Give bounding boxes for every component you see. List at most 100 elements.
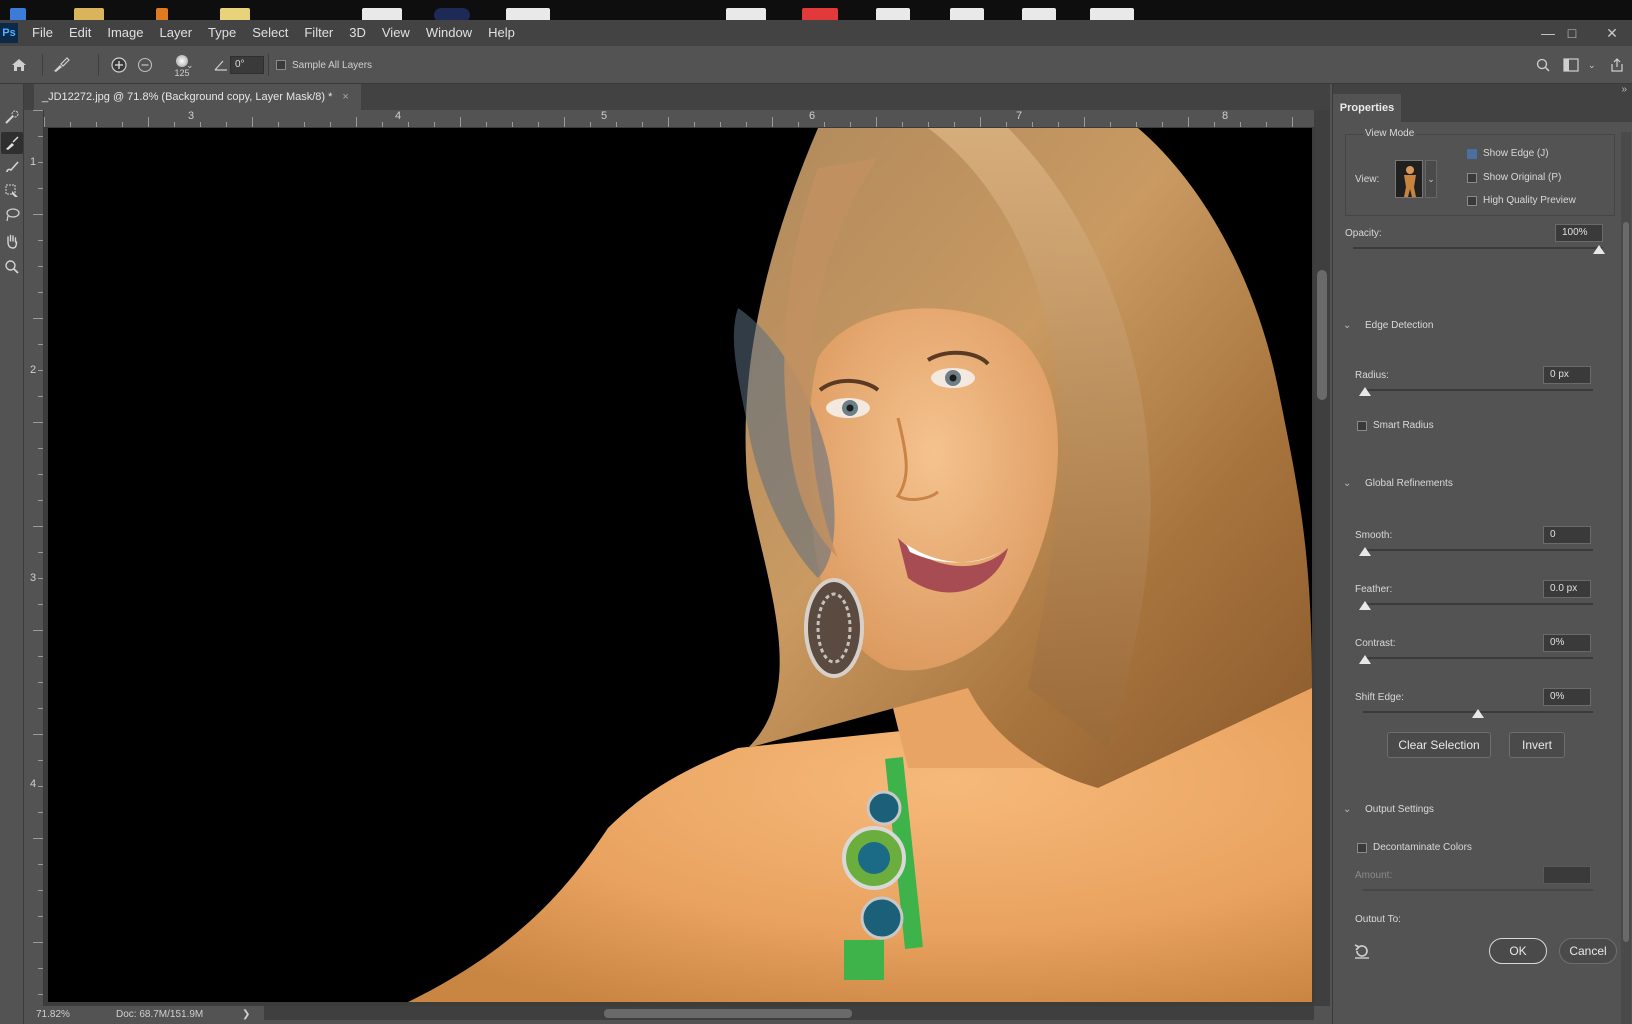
menu-image[interactable]: Image: [99, 20, 151, 46]
canvas-area[interactable]: [44, 128, 1314, 1006]
taskbar-app-icon[interactable]: [1022, 8, 1056, 20]
add-to-selection-icon[interactable]: [108, 46, 130, 84]
invert-button[interactable]: Invert: [1509, 732, 1565, 758]
checkbox-box[interactable]: [276, 60, 286, 70]
ok-button[interactable]: OK: [1489, 938, 1547, 964]
menu-window[interactable]: Window: [418, 20, 480, 46]
object-selection-tool-icon[interactable]: [1, 180, 23, 202]
view-dropdown[interactable]: ⌄: [1425, 160, 1437, 198]
checkbox-box[interactable]: [1467, 148, 1477, 159]
refine-brush-tool-icon[interactable]: [48, 46, 74, 84]
clear-selection-button[interactable]: Clear Selection: [1387, 732, 1491, 758]
angle-field[interactable]: 0°: [230, 56, 264, 74]
menu-select[interactable]: Select: [244, 20, 296, 46]
contrast-slider-thumb[interactable]: [1359, 655, 1371, 664]
document-canvas[interactable]: [48, 128, 1312, 1002]
menu-layer[interactable]: Layer: [152, 20, 201, 46]
checkbox-box[interactable]: [1467, 195, 1477, 206]
smooth-slider-thumb[interactable]: [1359, 547, 1371, 556]
decontaminate-colors-checkbox[interactable]: Decontaminate Colors: [1357, 842, 1472, 853]
smart-radius-checkbox[interactable]: Smart Radius: [1357, 420, 1434, 431]
taskbar-app-icon[interactable]: [950, 8, 984, 20]
radius-slider-thumb[interactable]: [1359, 387, 1371, 396]
panel-collapse-icon[interactable]: »: [1621, 84, 1627, 95]
taskbar-app-icon[interactable]: [434, 8, 470, 20]
menu-help[interactable]: Help: [480, 20, 523, 46]
checkbox-box[interactable]: [1357, 842, 1367, 853]
show-edge-checkbox[interactable]: Show Edge (J): [1467, 148, 1549, 159]
menu-3d[interactable]: 3D: [341, 20, 374, 46]
scroll-thumb[interactable]: [604, 1009, 852, 1018]
horizontal-scrollbar[interactable]: [264, 1006, 1314, 1020]
reset-icon[interactable]: [1353, 942, 1371, 960]
output-settings-section[interactable]: ⌄ Output Settings: [1343, 804, 1434, 815]
taskbar-app-icon[interactable]: [802, 8, 838, 20]
sample-all-layers-checkbox[interactable]: Sample All Layers: [276, 46, 372, 84]
taskbar-app-icon[interactable]: [1090, 8, 1134, 20]
brush-preset-picker[interactable]: 125: [162, 46, 202, 84]
menu-file[interactable]: File: [24, 20, 61, 46]
vertical-scrollbar[interactable]: [1314, 110, 1330, 1006]
taskbar-app-icon[interactable]: [10, 8, 26, 20]
menu-type[interactable]: Type: [200, 20, 244, 46]
zoom-tool-icon[interactable]: [1, 256, 23, 278]
taskbar-app-icon[interactable]: [156, 8, 168, 20]
high-quality-preview-label: High Quality Preview: [1483, 195, 1576, 206]
close-window-icon[interactable]: ✕: [1592, 20, 1632, 46]
opacity-slider-thumb[interactable]: [1593, 245, 1605, 254]
radius-field[interactable]: 0 px: [1543, 366, 1591, 384]
home-icon[interactable]: [8, 46, 30, 84]
taskbar-app-icon[interactable]: [876, 8, 910, 20]
feather-slider-thumb[interactable]: [1359, 601, 1371, 610]
scroll-thumb[interactable]: [1623, 222, 1629, 942]
view-thumbnail[interactable]: [1395, 160, 1423, 198]
radius-slider[interactable]: [1363, 389, 1593, 391]
tab-properties[interactable]: Properties: [1333, 94, 1401, 122]
menu-filter[interactable]: Filter: [296, 20, 341, 46]
feather-field[interactable]: 0.0 px: [1543, 580, 1591, 598]
subtract-from-selection-icon[interactable]: [134, 46, 156, 84]
opacity-field[interactable]: 100%: [1555, 224, 1603, 242]
search-icon[interactable]: [1534, 46, 1552, 84]
ruler-tick: [38, 396, 43, 397]
smooth-field[interactable]: 0: [1543, 526, 1591, 544]
quick-selection-tool-icon[interactable]: [1, 106, 23, 128]
hand-tool-icon[interactable]: [1, 230, 23, 252]
close-tab-icon[interactable]: ×: [342, 91, 348, 103]
share-icon[interactable]: [1608, 46, 1626, 84]
chevron-down-icon[interactable]: ⌄: [186, 46, 196, 84]
maximize-icon[interactable]: □: [1552, 20, 1592, 46]
edge-detection-section[interactable]: ⌄ Edge Detection: [1343, 320, 1433, 331]
checkbox-box[interactable]: [1467, 172, 1477, 183]
taskbar-app-icon[interactable]: [506, 8, 550, 20]
taskbar-app-icon[interactable]: [74, 8, 104, 20]
menu-view[interactable]: View: [374, 20, 418, 46]
contrast-field[interactable]: 0%: [1543, 634, 1591, 652]
scroll-thumb[interactable]: [1317, 270, 1327, 400]
opacity-slider[interactable]: [1353, 247, 1603, 249]
chevron-down-icon[interactable]: ⌄: [1588, 46, 1596, 84]
brush-tool-icon[interactable]: [1, 156, 23, 178]
high-quality-preview-checkbox[interactable]: High Quality Preview: [1467, 195, 1576, 206]
contrast-slider[interactable]: [1363, 657, 1593, 659]
shift-edge-field[interactable]: 0%: [1543, 688, 1591, 706]
shift-edge-slider-thumb[interactable]: [1472, 709, 1484, 718]
cancel-button[interactable]: Cancel: [1559, 938, 1617, 964]
document-tab[interactable]: _JD12272.jpg @ 71.8% (Background copy, L…: [34, 84, 361, 110]
taskbar-app-icon[interactable]: [362, 8, 402, 20]
show-original-checkbox[interactable]: Show Original (P): [1467, 172, 1561, 183]
checkbox-box[interactable]: [1357, 420, 1367, 431]
refine-edge-brush-tool-icon[interactable]: [1, 132, 23, 154]
ruler-tick: [38, 474, 43, 475]
panel-scrollbar[interactable]: [1621, 132, 1631, 1024]
lasso-tool-icon[interactable]: [1, 204, 23, 226]
status-menu-arrow[interactable]: ❯: [242, 1009, 250, 1020]
global-refinements-section[interactable]: ⌄ Global Refinements: [1343, 478, 1453, 489]
taskbar-app-icon[interactable]: [220, 8, 250, 20]
workspace-icon[interactable]: [1562, 46, 1580, 84]
zoom-level[interactable]: 71.82%: [36, 1009, 70, 1020]
smooth-slider[interactable]: [1363, 549, 1593, 551]
feather-slider[interactable]: [1363, 603, 1593, 605]
taskbar-app-icon[interactable]: [726, 8, 766, 20]
menu-edit[interactable]: Edit: [61, 20, 99, 46]
